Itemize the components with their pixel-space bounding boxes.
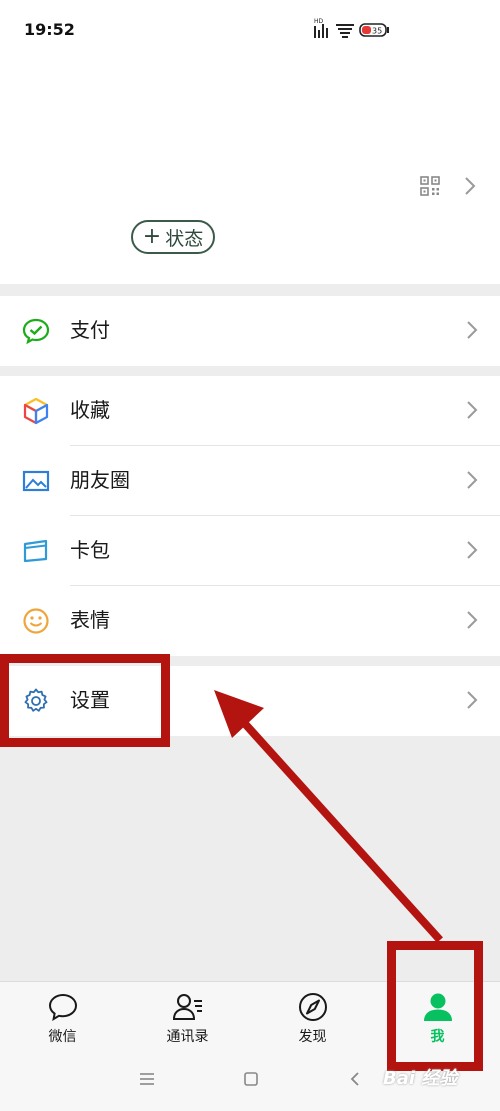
status-button-label: 状态 xyxy=(165,227,204,250)
chevron-right-icon xyxy=(467,471,478,489)
status-bar: 19:52 HD 35 xyxy=(0,0,500,58)
tab-chats-label: 微信 xyxy=(48,1029,77,1045)
menu-item-moments-label: 朋友圈 xyxy=(70,468,130,492)
compass-icon xyxy=(299,993,327,1021)
highlight-box-settings xyxy=(0,654,170,747)
card-icon xyxy=(23,539,48,563)
signal-icon xyxy=(314,24,328,38)
battery-level: 35 xyxy=(372,27,382,36)
chat-bubble-icon xyxy=(48,993,78,1021)
menu-item-pay-label: 支付 xyxy=(70,318,110,342)
chevron-right-icon xyxy=(467,691,478,709)
menu-item-favorites[interactable]: 收藏 xyxy=(0,376,500,446)
menu-item-stickers-label: 表情 xyxy=(70,608,110,632)
chevron-right-icon xyxy=(467,321,478,339)
image-icon xyxy=(22,470,50,492)
contacts-icon xyxy=(172,994,202,1020)
smiley-icon xyxy=(23,608,49,634)
plus-icon: + xyxy=(142,224,162,249)
chevron-right-icon xyxy=(467,611,478,629)
qr-code-icon[interactable] xyxy=(420,176,440,196)
menu-item-cards[interactable]: 卡包 xyxy=(0,516,500,586)
menu-item-pay[interactable]: 支付 xyxy=(0,296,500,366)
back-icon[interactable] xyxy=(348,1071,362,1087)
tab-discover[interactable]: 发现 xyxy=(250,982,375,1052)
highlight-box-me xyxy=(387,941,483,1071)
chevron-right-icon xyxy=(465,177,476,195)
battery-icon: 35 xyxy=(359,23,389,37)
menu-item-cards-label: 卡包 xyxy=(70,538,110,562)
add-status-button[interactable]: + 状态 xyxy=(131,220,215,254)
profile-header[interactable]: + 状态 xyxy=(0,58,500,284)
chevron-right-icon xyxy=(467,541,478,559)
menu-icon[interactable] xyxy=(139,1071,155,1087)
chevron-right-icon xyxy=(467,401,478,419)
tab-discover-label: 发现 xyxy=(298,1029,327,1045)
tab-contacts-label: 通讯录 xyxy=(166,1029,209,1045)
home-icon[interactable] xyxy=(243,1071,259,1087)
tab-contacts[interactable]: 通讯录 xyxy=(125,982,250,1052)
menu-group-pay: 支付 xyxy=(0,296,500,366)
wechat-pay-icon xyxy=(22,318,50,345)
menu-group-main: 收藏 朋友圈 卡包 表情 xyxy=(0,376,500,656)
wifi-icon xyxy=(336,24,354,38)
status-icons: HD 35 xyxy=(314,18,389,38)
hd-label: HD xyxy=(314,18,324,25)
watermark: Bai 经验 xyxy=(383,1068,458,1089)
clock: 19:52 xyxy=(24,20,75,39)
menu-item-moments[interactable]: 朋友圈 xyxy=(0,446,500,516)
menu-item-favorites-label: 收藏 xyxy=(70,398,110,422)
cube-icon xyxy=(23,397,49,425)
menu-item-stickers[interactable]: 表情 xyxy=(0,586,500,656)
tab-chats[interactable]: 微信 xyxy=(0,982,125,1052)
